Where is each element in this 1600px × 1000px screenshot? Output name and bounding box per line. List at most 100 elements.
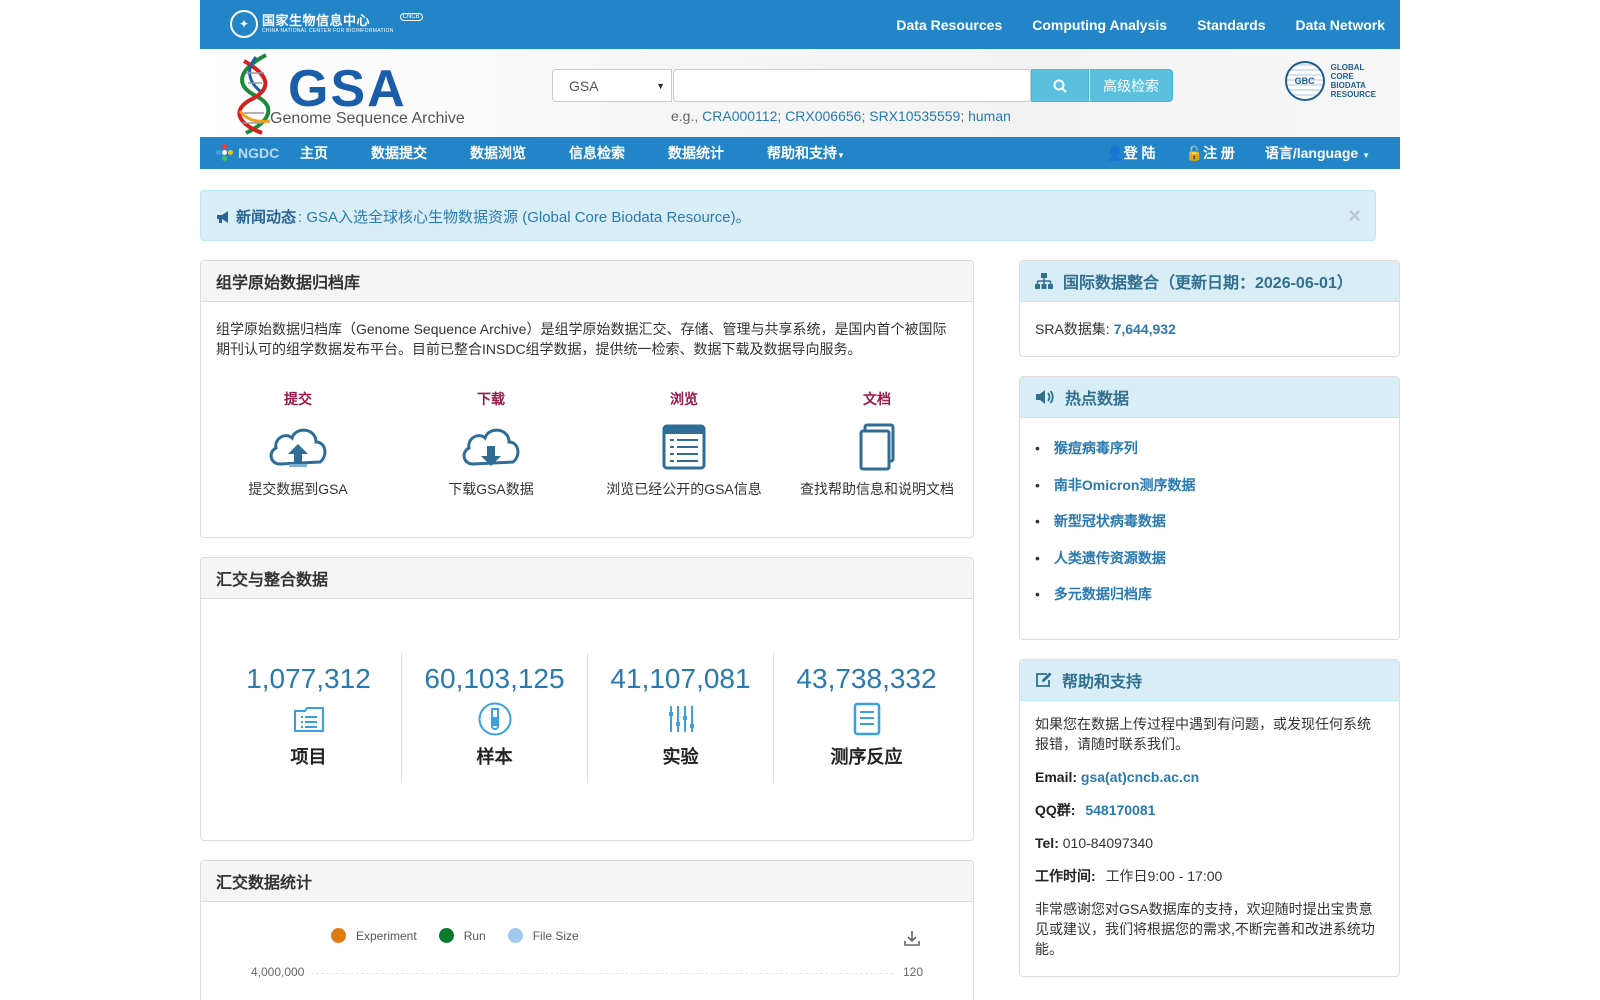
example-link[interactable]: CRA000112 — [702, 108, 777, 124]
quick-download[interactable]: 下载 下载GSA数据 — [396, 389, 586, 499]
hours-label: 工作时间: — [1035, 868, 1096, 884]
user-icon: 👤 — [1106, 145, 1124, 161]
hot-item-label: 人类遗传资源数据 — [1053, 549, 1166, 566]
hot-item[interactable]: • 多元数据归档库 — [1035, 576, 1399, 613]
quick-desc: 提交数据到GSA — [248, 481, 348, 497]
legend-label[interactable]: Experiment — [356, 929, 417, 943]
stat-value: 1,077,312 — [246, 663, 371, 694]
qq-link[interactable]: 548170081 — [1085, 802, 1155, 818]
ngdc-logo[interactable]: NGDC — [216, 144, 279, 162]
tel-label: Tel: — [1035, 835, 1059, 851]
quick-title: 提交 — [284, 391, 312, 407]
email-link[interactable]: gsa(at)cncb.ac.cn — [1081, 769, 1199, 785]
org-badge: CNCB — [399, 13, 423, 21]
org-name-cn: 国家生物信息中心 — [262, 13, 371, 28]
quick-submit[interactable]: 提交 提交数据到GSA — [203, 389, 393, 499]
archive-panel-title: 组学原始数据归档库 — [201, 261, 973, 302]
stat-run[interactable]: 43,738,332 测序反应 — [774, 653, 959, 783]
legend-swatch-experiment — [331, 928, 346, 943]
globe-icon: GBC — [1284, 61, 1325, 101]
legend-label[interactable]: File Size — [533, 929, 579, 943]
language-label: 语言/language — [1264, 145, 1359, 161]
stat-value: 41,107,081 — [610, 663, 751, 694]
chart-gridline — [311, 973, 893, 974]
help-intro: 如果您在数据上传过程中遇到有问题，或发现任何系统报错，请随时联系我们。 — [1035, 716, 1371, 752]
stats-row: 1,077,312 项目 60,103,125 样本 41,107,081 实验… — [216, 653, 959, 783]
hot-list: • 猴痘病毒序列 • 南非Omicron测序数据 • 新型冠状病毒数据 • 人类遗传资源… — [1020, 418, 1399, 613]
main-menu: 主页 数据提交 数据浏览 信息检索 数据统计 帮助和支持▼ — [300, 137, 845, 169]
hot-item[interactable]: • 人类遗传资源数据 — [1035, 540, 1399, 577]
register-link[interactable]: 🔓注 册 — [1186, 143, 1235, 163]
stat-label: 样本 — [476, 747, 513, 767]
logo-subtitle: Genome Sequence Archive — [270, 110, 465, 127]
nav-browse[interactable]: 数据浏览 — [470, 143, 526, 163]
search-icon — [1053, 79, 1067, 93]
news-label: 新闻动态 — [236, 209, 297, 226]
quick-desc: 浏览已经公开的GSA信息 — [606, 481, 762, 497]
stat-value: 43,738,332 — [796, 663, 937, 694]
hot-item[interactable]: • 猴痘病毒序列 — [1035, 430, 1399, 467]
topnav-standards[interactable]: Standards — [1197, 17, 1265, 33]
quick-browse[interactable]: 浏览 浏览已经公开的GSA信息 — [589, 389, 779, 499]
gcbr-logo[interactable]: GBC GLOBAL CORE BIODATA RESOURCE — [1284, 61, 1376, 101]
example-link[interactable]: CRX006656 — [785, 108, 861, 124]
topnav-data-network[interactable]: Data Network — [1296, 17, 1385, 33]
news-alert: 新闻动态 : GSA入选全球核心生物数据资源 (Global Core Biod… — [200, 190, 1376, 241]
quick-docs[interactable]: 文档 查找帮助信息和说明文档 — [782, 389, 972, 499]
submission-stats-panel: 汇交数据统计 Experiment Run File Size 4,000,00… — [200, 860, 974, 1000]
nav-statistics[interactable]: 数据统计 — [668, 143, 724, 163]
sample-tube-icon — [478, 702, 511, 736]
example-link[interactable]: human — [968, 108, 1011, 124]
stat-value: 60,103,125 — [424, 663, 565, 694]
caret-down-icon: ▼ — [1362, 151, 1370, 160]
nav-home[interactable]: 主页 — [300, 143, 328, 163]
hours-value: 工作日9:00 - 17:00 — [1105, 868, 1223, 884]
topnav-computing-analysis[interactable]: Computing Analysis — [1032, 17, 1167, 33]
header: GSA Genome Sequence Archive GSA ▼ 高级检索 e… — [200, 49, 1400, 140]
sra-value[interactable]: 7,644,932 — [1114, 321, 1176, 337]
news-text[interactable]: : GSA入选全球核心生物数据资源 (Global Core Biodata R… — [298, 206, 751, 227]
nav-search[interactable]: 信息检索 — [569, 143, 625, 163]
intl-panel: 国际数据整合（更新日期：2026-06-01） SRA数据集: 7,644,93… — [1019, 260, 1400, 357]
stat-label: 实验 — [662, 747, 699, 767]
stat-sample[interactable]: 60,103,125 样本 — [402, 653, 588, 783]
bullet-icon: • — [1035, 549, 1040, 566]
org-name-en: CHINA NATIONAL CENTER FOR BIOINFORMATION — [262, 28, 394, 34]
chart-download-button[interactable] — [903, 929, 921, 950]
cncb-emblem-icon: ✦ — [230, 10, 258, 38]
example-link[interactable]: SRX10535559 — [869, 108, 960, 124]
cncb-logo[interactable]: ✦ 国家生物信息中心 CHINA NATIONAL CENTER FOR BIO… — [230, 10, 423, 38]
chart-legend: Experiment Run File Size — [331, 928, 579, 943]
project-icon — [293, 707, 324, 732]
stat-project[interactable]: 1,077,312 项目 — [216, 653, 402, 783]
hot-item[interactable]: • 新型冠状病毒数据 — [1035, 503, 1399, 540]
search-button[interactable] — [1031, 69, 1089, 102]
login-link[interactable]: 👤登 陆 — [1106, 143, 1155, 163]
topnav-data-resources[interactable]: Data Resources — [896, 17, 1002, 33]
close-icon[interactable]: × — [1348, 203, 1361, 229]
integration-panel-title: 汇交与整合数据 — [201, 558, 973, 599]
database-select-value: GSA — [569, 77, 599, 94]
legend-label[interactable]: Run — [464, 929, 486, 943]
nav-help[interactable]: 帮助和支持▼ — [767, 143, 845, 163]
gcbr-line: BIODATA — [1330, 81, 1366, 90]
main-nav: NGDC 主页 数据提交 数据浏览 信息检索 数据统计 帮助和支持▼ 👤登 陆 … — [200, 137, 1400, 169]
help-panel-header: 帮助和支持 — [1020, 660, 1399, 701]
advanced-search-button[interactable]: 高级检索 — [1089, 69, 1173, 102]
database-select[interactable]: GSA ▼ — [552, 69, 672, 102]
help-thanks: 非常感谢您对GSA数据库的支持，欢迎随时提出宝贵意见或建议，我们将根据您的需求,… — [1035, 901, 1375, 957]
nav-submit[interactable]: 数据提交 — [371, 143, 427, 163]
help-hours-row: 工作时间: 工作日9:00 - 17:00 — [1035, 866, 1384, 886]
hot-panel: 热点数据 • 猴痘病毒序列 • 南非Omicron测序数据 • 新型冠状病毒数据 • 人… — [1019, 376, 1400, 640]
stat-experiment[interactable]: 41,107,081 实验 — [588, 653, 774, 783]
language-dropdown[interactable]: 语言/language ▼ — [1265, 143, 1370, 163]
gsa-logo[interactable]: GSA Genome Sequence Archive — [226, 51, 466, 137]
ngdc-dots-icon — [216, 144, 234, 162]
hot-item[interactable]: • 南非Omicron测序数据 — [1035, 467, 1399, 504]
quick-title: 文档 — [863, 391, 891, 407]
download-icon — [904, 931, 920, 946]
lock-icon: 🔓 — [1185, 145, 1203, 161]
search-input[interactable] — [673, 69, 1031, 102]
help-qq-row: QQ群: 548170081 — [1035, 800, 1384, 820]
y-axis-left-tick: 4,000,000 — [251, 965, 305, 979]
